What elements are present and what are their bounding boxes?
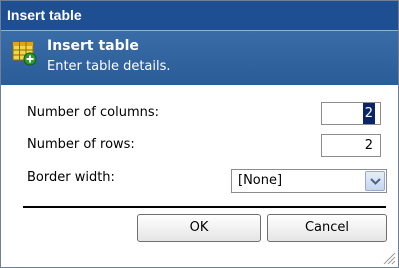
border-width-value: [None] bbox=[238, 173, 283, 188]
insert-table-dialog: Insert table Insert table Enter table de… bbox=[0, 0, 399, 268]
chevron-down-icon bbox=[370, 178, 381, 185]
border-width-label: Border width: bbox=[27, 170, 115, 185]
border-width-select[interactable]: [None] bbox=[231, 169, 387, 193]
columns-input[interactable]: 2 bbox=[321, 102, 381, 125]
rows-label: Number of rows: bbox=[27, 137, 135, 152]
columns-value: 2 bbox=[362, 103, 375, 124]
ok-button[interactable]: OK bbox=[137, 214, 261, 242]
rows-input[interactable]: 2 bbox=[321, 134, 381, 157]
window-title: Insert table bbox=[1, 1, 398, 30]
header-subtitle: Enter table details. bbox=[47, 59, 171, 74]
cancel-button[interactable]: Cancel bbox=[267, 214, 387, 242]
columns-label: Number of columns: bbox=[27, 105, 160, 120]
dropdown-button[interactable] bbox=[365, 171, 385, 191]
header-title: Insert table bbox=[47, 38, 139, 54]
resize-grip-icon[interactable] bbox=[382, 251, 396, 265]
table-add-icon bbox=[12, 41, 37, 66]
divider bbox=[23, 206, 386, 208]
dialog-header: Insert table Enter table details. bbox=[1, 30, 398, 85]
rows-value: 2 bbox=[364, 138, 373, 153]
